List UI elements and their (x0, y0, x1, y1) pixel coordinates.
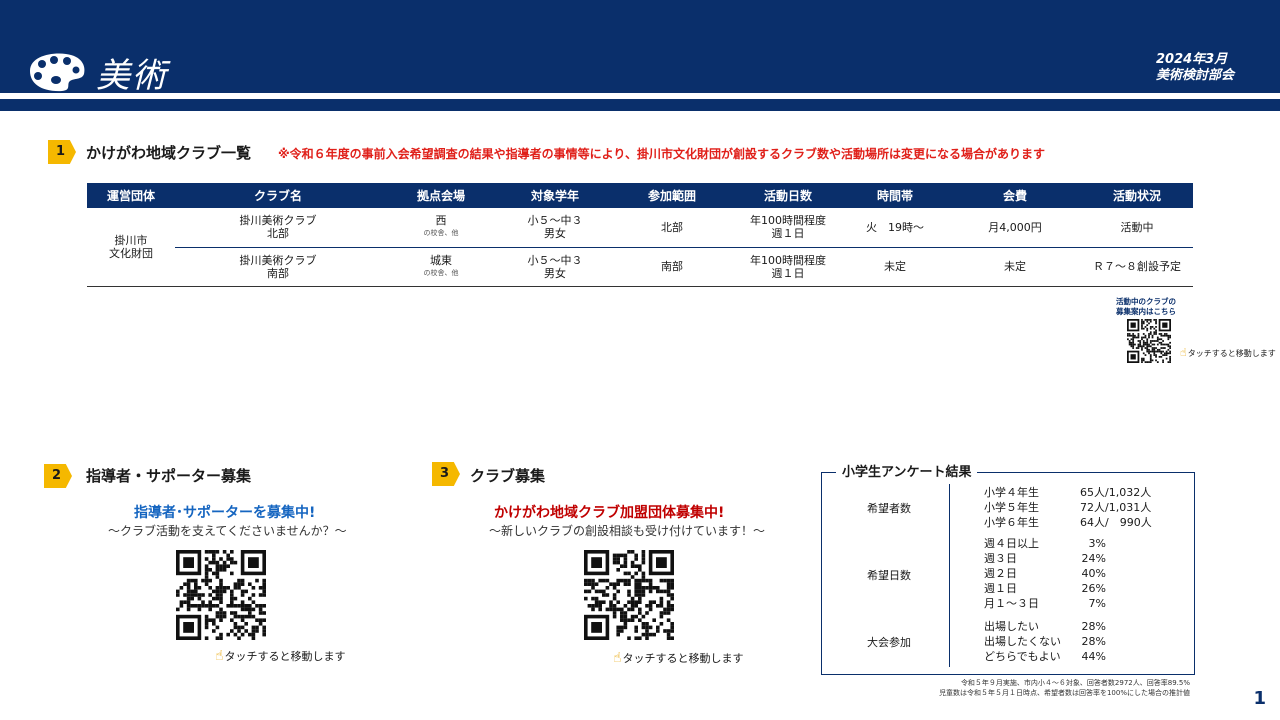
pointing-hand-icon: ☝ (215, 648, 224, 664)
status-cell: Ｒ７～８創設予定 (1081, 247, 1193, 287)
range-cell: 北部 (609, 208, 735, 248)
venue-cell: 西 の校舎、他 (381, 208, 501, 248)
survey-row: 週４日以上 週３日 週２日 週１日 月１～３日 (984, 537, 1039, 610)
section-2-title: 指導者・サポーター募集 (86, 467, 252, 485)
col-range: 参加範囲 (609, 183, 735, 208)
fee-cell: 未定 (949, 247, 1081, 287)
col-grade: 対象学年 (501, 183, 609, 208)
col-org: 運営団体 (87, 183, 175, 208)
palette-icon (30, 53, 85, 92)
survey-row: 出場したい 出場したくない どちらでもよい (984, 620, 1061, 663)
survey-footnote-1: 令和５年９月実施、市内小４～６対象、回答者数2972人、回答率89.5% (960, 679, 1190, 687)
survey-row: 小学４年生 小学５年生 小学６年生 (984, 486, 1039, 529)
col-days: 活動日数 (735, 183, 841, 208)
leader-recruit-headline: 指導者･サポーターを募集中! (134, 505, 316, 521)
fee-cell: 月4,000円 (949, 208, 1081, 248)
leader-recruit-subtext: ～クラブ活動を支えてくださいませんか？～ (108, 524, 347, 538)
col-club: クラブ名 (175, 183, 381, 208)
club-qr-touch-hint-2[interactable]: ☝タッチすると移動します (613, 650, 744, 666)
club-info-qr-code[interactable] (1127, 319, 1171, 363)
survey-values: 28% 28% 44% (1081, 620, 1106, 663)
header-meta: 2024年3月 美術検討部会 (1156, 52, 1234, 84)
section-3-badge: 3 (432, 462, 460, 486)
club-qr-label: 活動中のクラブの 募集案内はこちら (1116, 297, 1176, 316)
range-cell: 南部 (609, 247, 735, 287)
section-1-badge: 1 (48, 140, 76, 164)
col-time: 時間帯 (841, 183, 949, 208)
survey-label-days: 希望日数 (867, 569, 911, 582)
club-recruit-headline: かけがわ地域クラブ加盟団体募集中! (494, 505, 725, 521)
club-qr-touch-hint[interactable]: ☝タッチすると移動します (1180, 346, 1276, 359)
leader-qr-touch-hint[interactable]: ☝タッチすると移動します (215, 648, 346, 664)
days-cell: 年100時間程度 週１日 (735, 247, 841, 287)
club-recruit-qr-code[interactable] (584, 550, 674, 640)
pointing-hand-icon: ☝ (1180, 346, 1187, 359)
header-committee: 美術検討部会 (1155, 68, 1234, 83)
col-status: 活動状況 (1081, 183, 1193, 208)
pointing-hand-icon: ☝ (613, 650, 622, 666)
header-date: 2024年3月 (1155, 52, 1228, 67)
club-name-cell: 掛川美術クラブ 北部 (175, 208, 381, 248)
header-bar (0, 0, 1280, 93)
club-recruit-subtext: ～新しいクラブの創設相談も受け付けています！～ (489, 524, 766, 538)
survey-label-tournament: 大会参加 (867, 636, 911, 649)
grade-cell: 小５～中３ 男女 (501, 208, 609, 248)
header-underline (0, 99, 1280, 111)
col-venue: 拠点会場 (381, 183, 501, 208)
survey-footnote-2: 児童数は令和５年５月１日時点、希望者数は回答率を100%にした場合の推計値 (938, 689, 1190, 697)
table-row: 掛川美術クラブ 南部 城東 の校舎、他 小５～中３ 男女 南部 年100時間程度… (87, 247, 1193, 287)
status-cell: 活動中 (1081, 208, 1193, 248)
club-table-header: 運営団体 クラブ名 拠点会場 対象学年 参加範囲 活動日数 時間帯 会費 活動状… (87, 183, 1193, 208)
leader-recruit-qr-code[interactable] (176, 550, 266, 640)
time-cell: 未定 (841, 247, 949, 287)
time-cell: 火 19時～ (841, 208, 949, 248)
days-cell: 年100時間程度 週１日 (735, 208, 841, 248)
survey-values: 3% 24% 40% 26% 7% (1081, 537, 1106, 610)
venue-cell: 城東 の校舎、他 (381, 247, 501, 287)
page-title: 美術 (96, 56, 168, 96)
col-fee: 会費 (949, 183, 1081, 208)
table-row: 掛川市 文化財団 掛川美術クラブ 北部 西 の校舎、他 小５～中３ 男女 北部 … (87, 208, 1193, 287)
section-1-note: ※令和６年度の事前入会希望調査の結果や指導者の事情等により、掛川市文化財団が創設… (278, 147, 1045, 161)
org-cell: 掛川市 文化財団 (87, 208, 175, 287)
section-1-title: かけがわ地域クラブ一覧 (86, 144, 252, 162)
survey-title: 小学生アンケート結果 (836, 461, 978, 480)
club-table: 運営団体 クラブ名 拠点会場 対象学年 参加範囲 活動日数 時間帯 会費 活動状… (87, 183, 1193, 287)
survey-label-applicants: 希望者数 (867, 502, 911, 515)
club-name-cell: 掛川美術クラブ 南部 (175, 247, 381, 287)
section-2-badge: 2 (44, 464, 72, 488)
survey-values: 65人/1,032人 72人/1,031人 64人/ 990人 (1080, 486, 1152, 529)
section-3-title: クラブ募集 (470, 467, 546, 485)
grade-cell: 小５～中３ 男女 (501, 247, 609, 287)
page-number: 1 (1253, 688, 1266, 709)
